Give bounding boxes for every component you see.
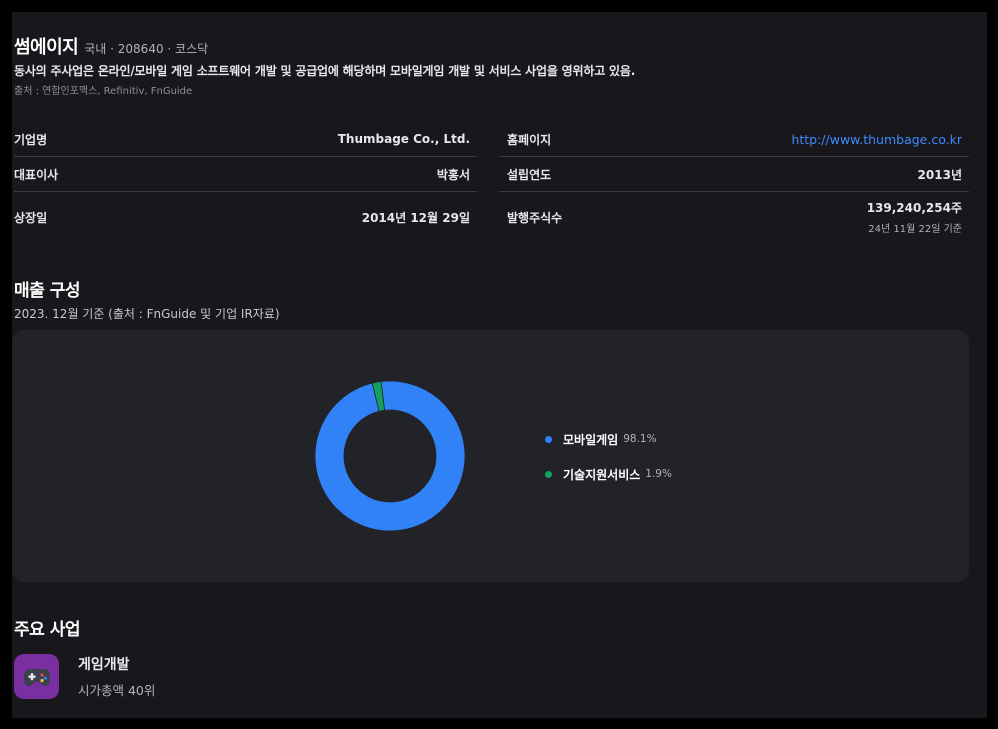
homepage-link[interactable]: http://www.thumbage.co.kr (791, 132, 962, 147)
info-label: 홈페이지 (507, 132, 552, 147)
legend-dot (545, 435, 552, 443)
info-column-right: 홈페이지 http://www.thumbage.co.kr 설립연도 2013… (499, 122, 969, 242)
info-value: 2013년 (917, 167, 962, 182)
gamepad-icon (14, 654, 59, 699)
company-meta: 국내 · 208640 · 코스닥 (84, 42, 209, 56)
revenue-section-subtitle: 2023. 12월 기준 (출처 : FnGuide 및 기업 IR자료) (14, 307, 280, 321)
legend-value: 1.9% (645, 468, 672, 480)
business-item[interactable]: 게임개발 시가총액 40위 (14, 654, 155, 699)
legend-item-mobile-game: 모바일게임 98.1% (545, 430, 672, 448)
donut-slice-0 (314, 380, 466, 532)
info-value: Thumbage Co., Ltd. (337, 132, 470, 146)
shares-value-group: 139,240,254주 24년 11월 22일 기준 (867, 199, 962, 235)
page-frame: 썸에이지 국내 · 208640 · 코스닥 동사의 주사업은 온라인/모바일 … (12, 12, 987, 718)
business-name: 게임개발 (78, 657, 130, 673)
info-label: 대표이사 (14, 167, 59, 182)
info-label: 상장일 (14, 210, 48, 225)
company-description: 동사의 주사업은 온라인/모바일 게임 소프트웨어 개발 및 공급업에 해당하며… (14, 64, 636, 78)
legend-dot (545, 470, 552, 478)
business-section-title: 주요 사업 (14, 620, 80, 640)
shares-date-note: 24년 11월 22일 기준 (868, 224, 962, 235)
info-row-company-name: 기업명 Thumbage Co., Ltd. (14, 122, 477, 157)
revenue-section-title: 매출 구성 (14, 281, 80, 301)
info-row-listing-date: 상장일 2014년 12월 29일 (14, 192, 477, 242)
legend-label: 모바일게임 (563, 432, 619, 447)
info-label: 발행주식수 (507, 210, 563, 225)
revenue-donut-chart (314, 380, 466, 532)
info-row-homepage: 홈페이지 http://www.thumbage.co.kr (499, 122, 969, 157)
chart-legend: 모바일게임 98.1% 기술지원서비스 1.9% (545, 430, 672, 500)
revenue-chart-card: 모바일게임 98.1% 기술지원서비스 1.9% (12, 330, 969, 582)
info-row-shares: 발행주식수 139,240,254주 24년 11월 22일 기준 (499, 192, 969, 242)
info-value: 139,240,254주 (866, 201, 962, 215)
legend-value: 98.1% (623, 433, 657, 445)
business-market-cap-rank: 시가총액 40위 (78, 683, 156, 698)
info-column-left: 기업명 Thumbage Co., Ltd. 대표이사 박홍서 상장일 2014… (14, 122, 477, 242)
info-value: 박홍서 (436, 167, 470, 182)
info-label: 설립연도 (507, 167, 552, 182)
business-text: 게임개발 시가총액 40위 (78, 654, 155, 699)
legend-label: 기술지원서비스 (563, 467, 641, 482)
info-value: 2014년 12월 29일 (361, 210, 470, 225)
info-row-ceo: 대표이사 박홍서 (14, 157, 477, 192)
info-row-founded: 설립연도 2013년 (499, 157, 969, 192)
data-source: 출처 : 연합인포맥스, Refinitiv, FnGuide (14, 86, 193, 97)
company-name: 썸에이지 (14, 37, 79, 58)
legend-item-tech-support: 기술지원서비스 1.9% (545, 465, 672, 483)
company-header: 썸에이지 국내 · 208640 · 코스닥 (14, 33, 208, 59)
info-label: 기업명 (14, 132, 48, 147)
